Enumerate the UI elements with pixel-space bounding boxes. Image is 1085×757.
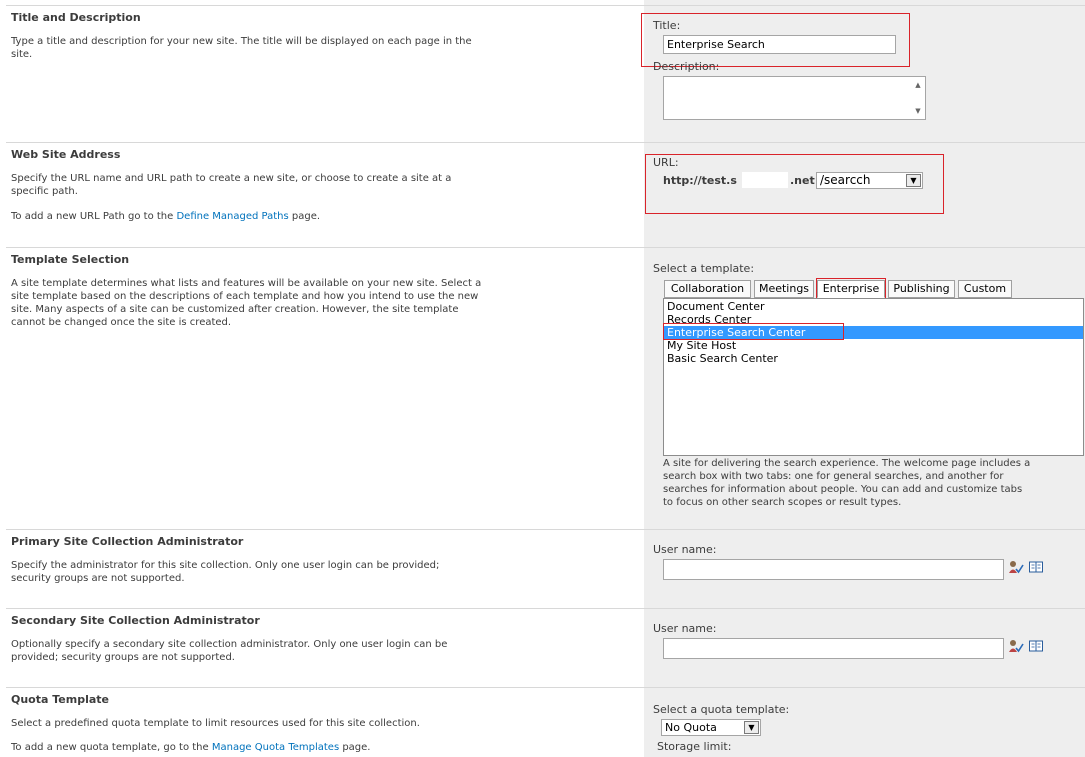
list-item[interactable]: My Site Host (664, 339, 1083, 352)
browse-address-book-icon[interactable] (1028, 560, 1044, 574)
section-description: Specify the administrator for this site … (11, 560, 440, 584)
description-label: Description: (653, 60, 720, 73)
tab-meetings[interactable]: Meetings (754, 280, 814, 298)
section-title: Quota Template (11, 693, 110, 706)
note-text: page. (339, 742, 371, 753)
tab-custom[interactable]: Custom (958, 280, 1012, 298)
manage-quota-note: To add a new quota template, go to the M… (11, 741, 491, 754)
section-divider (6, 687, 1085, 688)
managed-paths-note: To add a new URL Path go to the Define M… (11, 210, 491, 223)
note-text: page. (288, 211, 321, 222)
title-description-section: Title and Description (11, 11, 141, 24)
highlight-box (641, 13, 910, 67)
highlight-box (645, 154, 944, 214)
section-divider (6, 5, 1085, 6)
check-names-icon[interactable] (1008, 639, 1024, 653)
select-template-label: Select a template: (653, 262, 755, 275)
scroll-down-icon[interactable]: ▼ (912, 105, 924, 117)
highlight-box (663, 323, 844, 340)
secondary-admin-section: Secondary Site Collection Administrator (11, 614, 260, 627)
note-text: To add a new quota template, go to the (11, 742, 212, 753)
dropdown-arrow-icon[interactable]: ▼ (744, 721, 759, 734)
note-text: To add a new URL Path go to the (11, 211, 177, 222)
section-divider (6, 247, 1085, 248)
description-textarea[interactable]: ▲ ▼ (663, 76, 926, 120)
manage-quota-templates-link[interactable]: Manage Quota Templates (212, 742, 339, 753)
highlight-box (816, 278, 886, 300)
section-description: Type a title and description for your ne… (11, 36, 472, 60)
tab-publishing[interactable]: Publishing (888, 280, 955, 298)
web-site-address-section: Web Site Address (11, 148, 120, 161)
section-title: Secondary Site Collection Administrator (11, 614, 260, 627)
scroll-up-icon[interactable]: ▲ (912, 79, 924, 91)
template-selection-section: Template Selection (11, 253, 129, 266)
quota-select-value: No Quota (665, 721, 717, 734)
section-description: Specify the URL name and URL path to cre… (11, 173, 452, 197)
browse-address-book-icon[interactable] (1028, 639, 1044, 653)
primary-admin-people-picker[interactable] (663, 559, 1004, 580)
define-managed-paths-link[interactable]: Define Managed Paths (176, 211, 288, 222)
list-item[interactable]: Basic Search Center (664, 352, 1083, 365)
section-title: Web Site Address (11, 148, 121, 161)
section-title: Title and Description (11, 11, 141, 24)
section-description: A site template determines what lists an… (11, 278, 482, 328)
section-divider (6, 142, 1085, 143)
secondary-admin-people-picker[interactable] (663, 638, 1004, 659)
section-description: Optionally specify a secondary site coll… (11, 639, 448, 663)
select-quota-label: Select a quota template: (653, 703, 790, 716)
tab-collaboration[interactable]: Collaboration (664, 280, 751, 298)
quota-template-section: Quota Template (11, 693, 109, 706)
check-names-icon[interactable] (1008, 560, 1024, 574)
section-divider (6, 529, 1085, 530)
storage-limit-label: Storage limit: (657, 740, 732, 753)
user-name-label: User name: (653, 622, 717, 635)
section-description: Select a predefined quota template to li… (11, 718, 420, 729)
template-listbox[interactable]: Document Center Records Center Enterpris… (663, 298, 1084, 456)
user-name-label: User name: (653, 543, 717, 556)
list-item[interactable]: Document Center (664, 300, 1083, 313)
section-title: Primary Site Collection Administrator (11, 535, 244, 548)
section-title: Template Selection (11, 253, 130, 266)
primary-admin-section: Primary Site Collection Administrator (11, 535, 243, 548)
template-description: A site for delivering the search experie… (663, 458, 1031, 508)
section-divider (6, 608, 1085, 609)
